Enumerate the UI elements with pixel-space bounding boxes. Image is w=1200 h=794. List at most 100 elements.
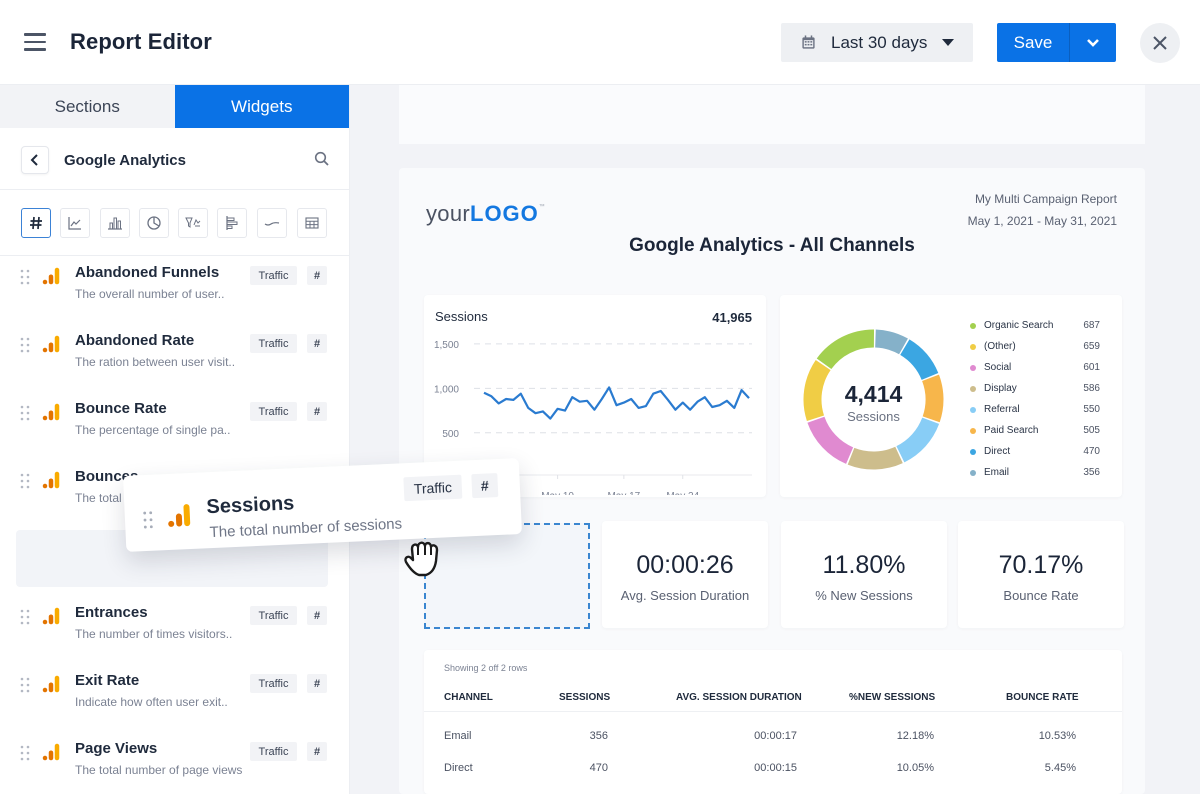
google-analytics-icon xyxy=(42,335,60,353)
widget-list-item[interactable]: Abandoned Rate The ration between user vi… xyxy=(0,325,349,385)
kpi-new-sessions[interactable]: 11.80% % New Sessions xyxy=(781,521,947,628)
widget-name: Abandoned Funnels xyxy=(75,264,220,281)
legend-item[interactable]: Display 586 xyxy=(970,378,1100,399)
column-header[interactable]: %NEW SESSIONS xyxy=(849,692,935,703)
widget-list-item[interactable]: Abandoned Funnels The overall number of u… xyxy=(0,257,349,317)
dragged-widget-desc: The total number of sessions xyxy=(209,515,403,542)
save-options-button[interactable] xyxy=(1070,23,1116,62)
legend-item[interactable]: Email 356 xyxy=(970,462,1100,483)
legend-label: (Other) xyxy=(984,341,1016,352)
legend-item[interactable]: Organic Search 687 xyxy=(970,315,1100,336)
type-pie-chart-button[interactable] xyxy=(139,208,169,238)
widget-name: Bounce Rate xyxy=(75,400,167,417)
page-title: Report Editor xyxy=(70,29,212,54)
table-cell: 00:00:15 xyxy=(754,762,797,774)
close-button[interactable] xyxy=(1140,23,1180,63)
category-tag: Traffic xyxy=(250,742,297,761)
table-cell: 12.18% xyxy=(896,730,934,742)
legend-item[interactable]: Referral 550 xyxy=(970,399,1100,420)
donut-slice-organic-search[interactable] xyxy=(816,329,875,370)
type-horizontal-bar-button[interactable] xyxy=(217,208,247,238)
sessions-series-line xyxy=(483,386,750,420)
channels-table-widget[interactable]: Showing 2 off 2 rows CHANNEL SESSIONS AV… xyxy=(424,650,1122,794)
drag-handle-icon[interactable] xyxy=(20,609,30,625)
x-tick-label: May 17 xyxy=(607,491,640,495)
column-header[interactable]: AVG. SESSION DURATION xyxy=(676,692,802,703)
table-cell: 10.53% xyxy=(1038,730,1076,742)
report-name: My Multi Campaign Report xyxy=(974,192,1117,206)
save-button[interactable]: Save xyxy=(997,23,1070,62)
widget-type-filter xyxy=(0,190,349,256)
column-header[interactable]: BOUNCE RATE xyxy=(1006,692,1079,703)
drag-handle-icon[interactable] xyxy=(20,745,30,761)
type-sparkline-button[interactable] xyxy=(257,208,287,238)
kpi-label: % New Sessions xyxy=(815,588,913,603)
channels-donut-widget[interactable]: 4,414 Sessions Organic Search 687 (Other) 6… xyxy=(780,295,1122,497)
grab-cursor-icon xyxy=(404,541,439,577)
type-badge: # xyxy=(307,742,327,761)
category-tag: Traffic xyxy=(250,674,297,693)
category-tag: Traffic xyxy=(250,266,297,285)
drag-handle-icon[interactable] xyxy=(20,677,30,693)
type-badge: # xyxy=(307,606,327,625)
drag-handle-icon[interactable] xyxy=(20,473,30,489)
widget-name: Page Views xyxy=(75,740,158,757)
legend-value: 470 xyxy=(1083,446,1100,457)
donut-slice-direct[interactable] xyxy=(900,339,939,380)
google-analytics-icon xyxy=(168,504,191,527)
legend-item[interactable]: Social 601 xyxy=(970,357,1100,378)
legend-label: Email xyxy=(984,467,1010,478)
donut-slice-display[interactable] xyxy=(847,446,903,470)
close-icon xyxy=(1153,36,1167,50)
type-table-button[interactable] xyxy=(297,208,327,238)
kpi-label: Bounce Rate xyxy=(1003,588,1079,603)
hash-icon xyxy=(30,216,42,230)
column-header[interactable]: CHANNEL xyxy=(444,692,493,703)
kpi-avg-session-duration[interactable]: 00:00:26 Avg. Session Duration xyxy=(602,521,768,628)
type-line-chart-button[interactable] xyxy=(60,208,90,238)
table-header: CHANNEL SESSIONS AVG. SESSION DURATION %… xyxy=(424,682,1122,712)
legend-value: 659 xyxy=(1083,341,1100,352)
tab-widgets[interactable]: Widgets xyxy=(174,85,349,128)
widget-description: The total xyxy=(75,491,122,505)
legend-value: 505 xyxy=(1083,425,1100,436)
widget-list-item[interactable]: Page Views The total number of page views… xyxy=(0,733,349,793)
table-cell: Direct xyxy=(444,762,473,774)
legend-item[interactable]: Paid Search 505 xyxy=(970,420,1100,441)
type-number-button[interactable] xyxy=(21,208,51,238)
table-cell: 470 xyxy=(589,762,608,774)
kpi-bounce-rate[interactable]: 70.17% Bounce Rate xyxy=(958,521,1124,628)
legend-label: Direct xyxy=(984,446,1011,457)
type-bar-chart-button[interactable] xyxy=(100,208,130,238)
back-button[interactable] xyxy=(21,146,49,174)
kpi-value: 00:00:26 xyxy=(636,551,734,579)
google-analytics-icon xyxy=(42,471,60,489)
kpi-value: 11.80% xyxy=(822,551,906,579)
legend-swatch xyxy=(970,322,976,329)
column-header[interactable]: SESSIONS xyxy=(559,692,610,703)
kpi-label: Avg. Session Duration xyxy=(620,588,750,603)
legend-item[interactable]: Direct 470 xyxy=(970,441,1100,462)
y-tick-label: 1,000 xyxy=(434,384,459,395)
widget-list-item[interactable]: Entrances The number of times visitors.. T… xyxy=(0,597,349,657)
drag-handle-icon[interactable] xyxy=(20,337,30,353)
drag-handle-icon[interactable] xyxy=(143,511,154,529)
type-funnel-button[interactable] xyxy=(178,208,208,238)
tab-sections[interactable]: Sections xyxy=(0,85,175,128)
sidebar-tabs: Sections Widgets xyxy=(0,85,349,128)
donut-slice-referral[interactable] xyxy=(896,417,940,463)
google-analytics-icon xyxy=(42,675,60,693)
menu-icon[interactable] xyxy=(24,33,46,51)
dragged-widget-name: Sessions xyxy=(206,492,295,519)
y-tick-label: 1,500 xyxy=(434,340,459,351)
widget-list-item[interactable]: Exit Rate Indicate how often user exit.. T… xyxy=(0,665,349,725)
legend-item[interactable]: (Other) 659 xyxy=(970,336,1100,357)
widget-list-item[interactable]: Bounce Rate The percentage of single pa..… xyxy=(0,393,349,453)
search-icon[interactable] xyxy=(314,151,330,167)
x-tick-label: May 24 xyxy=(666,491,699,495)
drag-handle-icon[interactable] xyxy=(20,405,30,421)
drag-handle-icon[interactable] xyxy=(20,269,30,285)
donut-center-label: Sessions xyxy=(847,409,900,424)
donut-legend: Organic Search 687 (Other) 659 Social 601 Disp… xyxy=(970,315,1100,483)
date-range-dropdown[interactable]: Last 30 days xyxy=(781,23,973,62)
